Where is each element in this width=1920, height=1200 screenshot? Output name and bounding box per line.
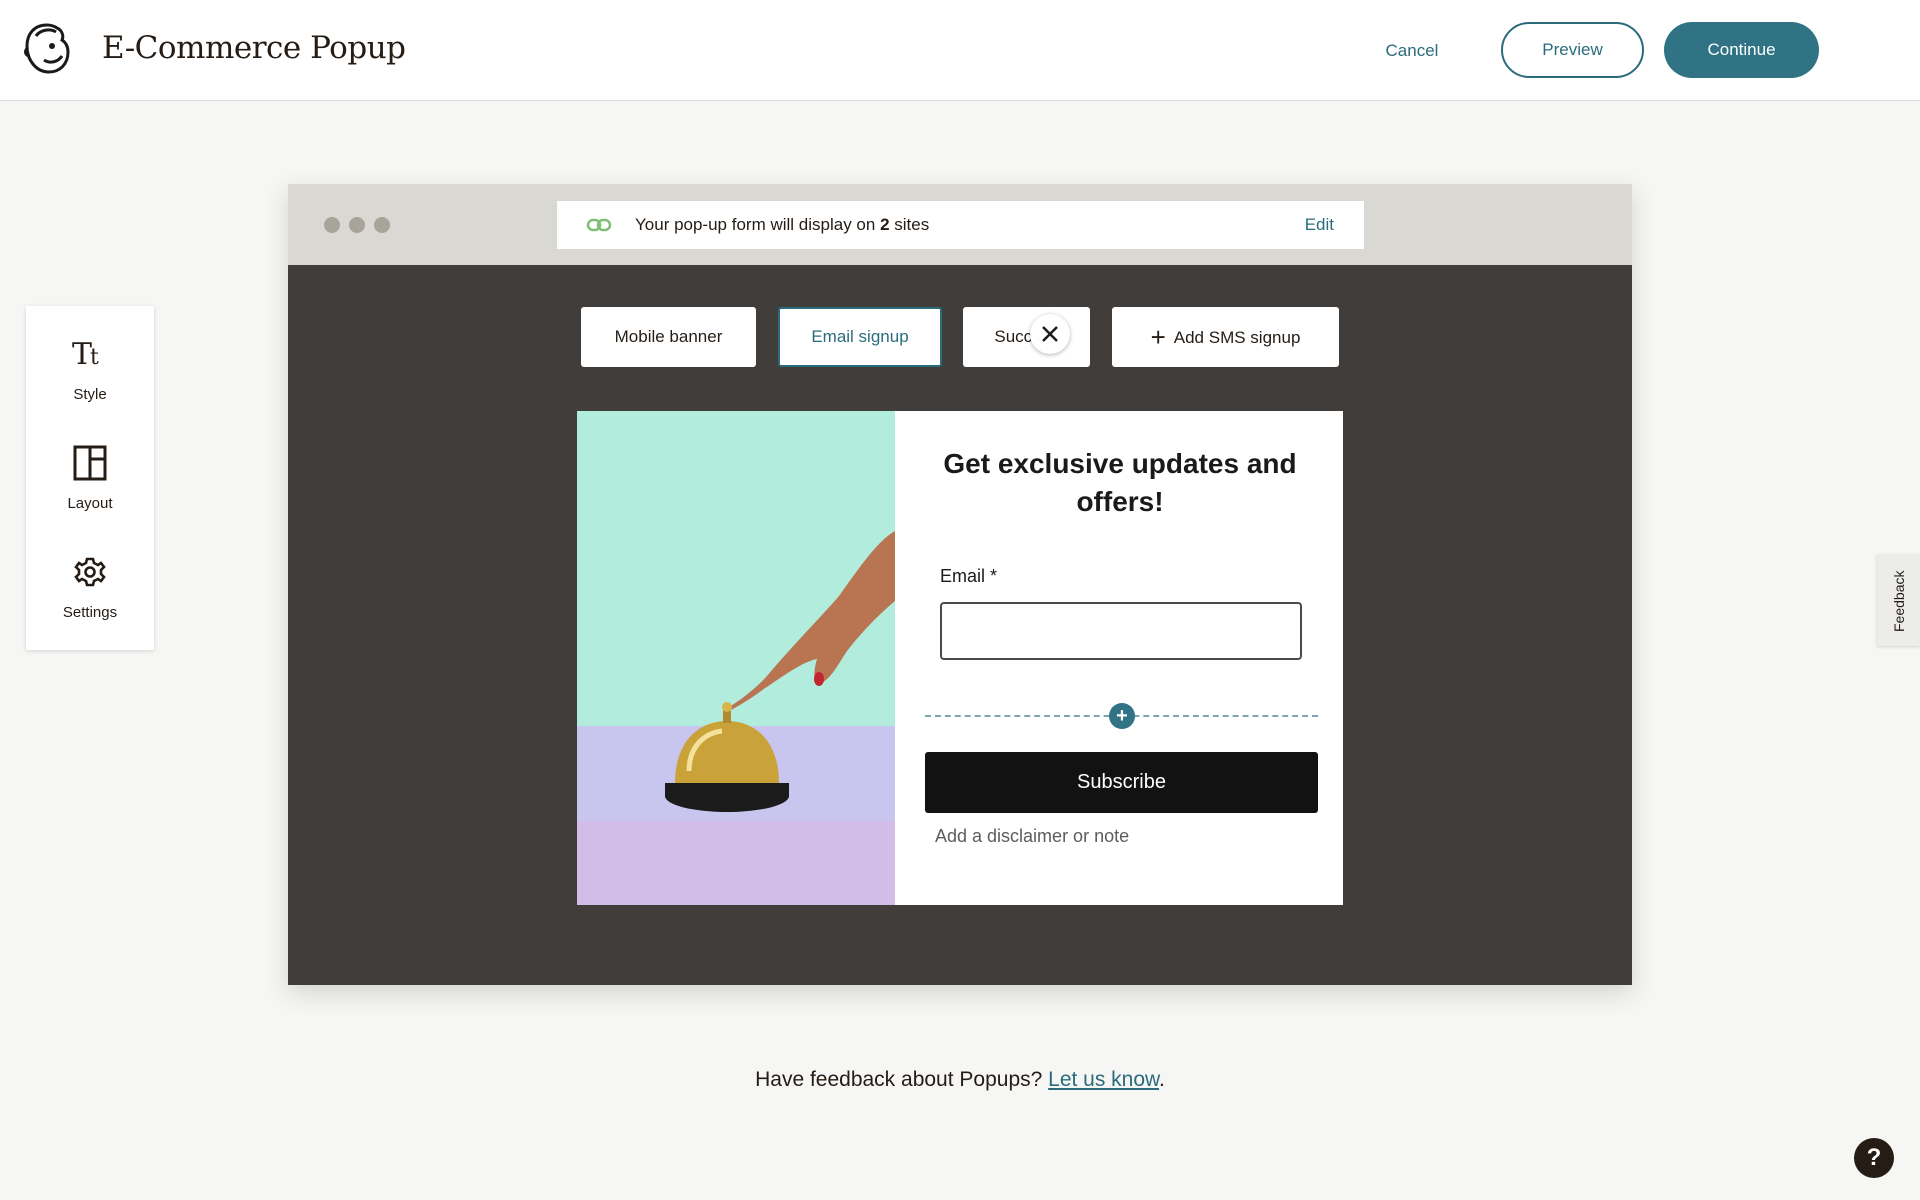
preview-button[interactable]: Preview (1501, 22, 1644, 78)
edit-sites-link[interactable]: Edit (1305, 215, 1334, 235)
tool-layout[interactable]: Layout (26, 421, 154, 521)
typography-icon: T t (72, 337, 99, 372)
feedback-side-tab[interactable]: Feedback (1877, 554, 1920, 646)
site-count: 2 (880, 215, 890, 234)
popup-image[interactable] (577, 411, 895, 905)
notice-prefix: Your pop-up form will display on (635, 215, 881, 234)
cancel-button[interactable]: Cancel (1360, 30, 1464, 72)
svg-text:T: T (72, 337, 92, 372)
window-dot (324, 217, 340, 233)
site-display-notice: Your pop-up form will display on 2 sites (635, 215, 929, 235)
tool-settings-label: Settings (62, 604, 118, 621)
feedback-suffix: . (1159, 1068, 1165, 1091)
tab-add-sms-signup[interactable]: + Add SMS signup (1112, 307, 1339, 367)
close-popup-button[interactable] (1030, 314, 1070, 354)
link-icon (586, 218, 612, 232)
plus-icon: + (1150, 322, 1166, 352)
tool-layout-label: Layout (67, 495, 113, 512)
email-input[interactable] (940, 602, 1302, 660)
tab-mobile-banner[interactable]: Mobile banner (581, 307, 756, 367)
top-bar: E-Commerce Popup Cancel Preview Continue (0, 0, 1920, 101)
popup-stage: Mobile banner Email signup Success + Add … (288, 265, 1632, 985)
site-display-bar: Your pop-up form will display on 2 sites… (557, 201, 1364, 249)
browser-chrome: Your pop-up form will display on 2 sites… (288, 184, 1632, 265)
tool-style-label: Style (73, 386, 107, 403)
window-dot (374, 217, 390, 233)
feedback-tab-label: Feedback (1891, 570, 1907, 632)
subscribe-button[interactable]: Subscribe (925, 752, 1318, 813)
notice-suffix: sites (889, 215, 930, 234)
feedback-prefix: Have feedback about Popups? (755, 1068, 1049, 1091)
editor-tools-panel: T t Style Layout Settings (26, 306, 154, 650)
continue-button[interactable]: Continue (1664, 22, 1819, 78)
add-sms-label: Add SMS signup (1173, 328, 1301, 347)
disclaimer-field[interactable]: Add a disclaimer or note (935, 826, 1129, 847)
popups-feedback-text: Have feedback about Popups? Let us know. (0, 1068, 1920, 1092)
tool-style[interactable]: T t Style (26, 312, 154, 412)
plus-circle-icon[interactable]: + (1109, 703, 1135, 729)
page-title: E-Commerce Popup (102, 30, 406, 66)
close-icon (1042, 326, 1058, 342)
popup-form: Get exclusive updates and offers! Email … (577, 411, 1343, 905)
svg-text:t: t (90, 345, 99, 370)
window-dot (349, 217, 365, 233)
tab-email-signup[interactable]: Email signup (778, 307, 942, 367)
layout-icon (73, 445, 107, 481)
browser-preview-frame: Your pop-up form will display on 2 sites… (288, 184, 1632, 985)
email-label: Email * (940, 566, 998, 586)
let-us-know-link[interactable]: Let us know (1048, 1068, 1159, 1091)
gear-icon (74, 557, 106, 587)
popup-title: Get exclusive updates and offers! (943, 448, 1297, 517)
tool-settings[interactable]: Settings (26, 530, 154, 630)
mailchimp-logo-icon[interactable] (22, 22, 72, 76)
tab-success[interactable]: Success (963, 307, 1090, 367)
help-button[interactable]: ? (1854, 1138, 1894, 1178)
